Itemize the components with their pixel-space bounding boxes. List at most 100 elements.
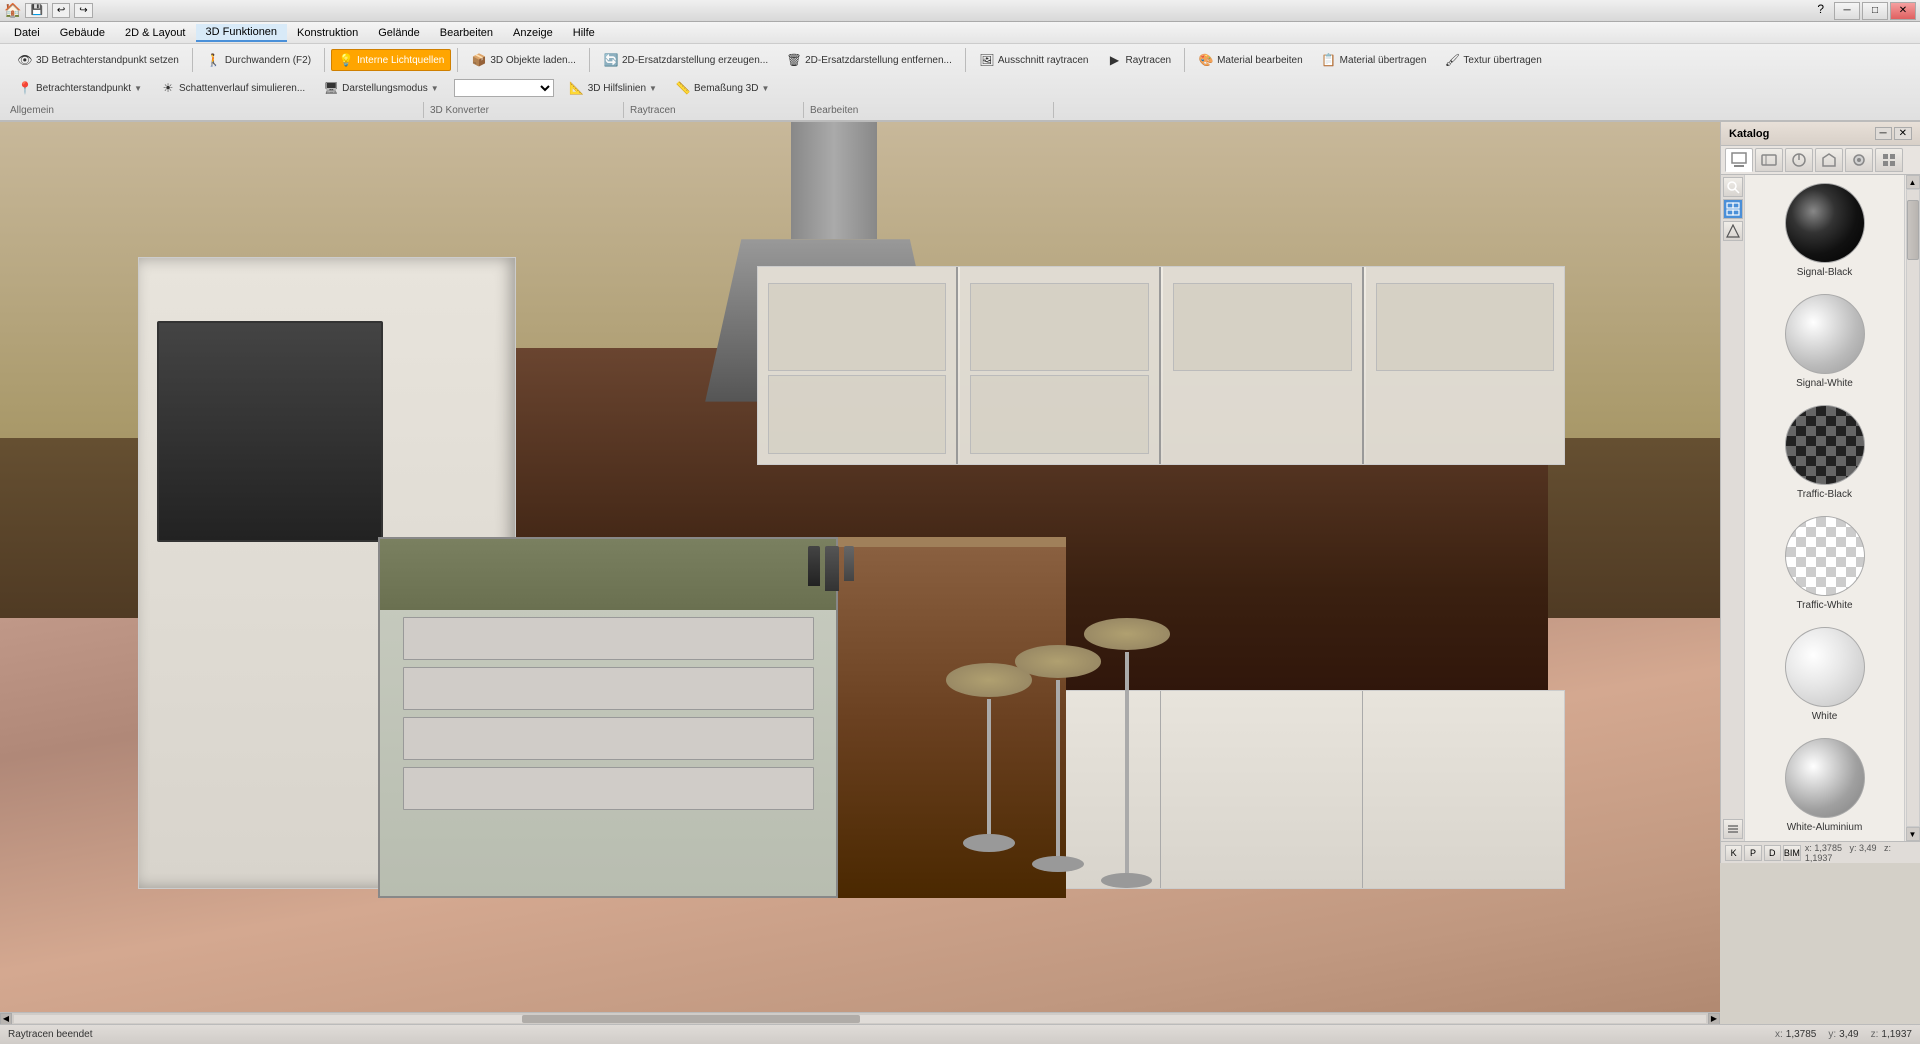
catalog-side-tabs <box>1721 175 1745 841</box>
label-traffic-black: Traffic-Black <box>1797 489 1852 500</box>
btn-interne-lichtquellen[interactable]: 💡 Interne Lichtquellen <box>331 49 451 71</box>
viewport-scrollbar-h[interactable]: ◀ ▶ <box>0 1012 1720 1024</box>
side-tab-2[interactable] <box>1723 221 1743 241</box>
scroll-track[interactable] <box>1906 189 1920 827</box>
material-signal-white[interactable]: Signal-White <box>1749 290 1900 393</box>
catalog-tab-5[interactable] <box>1875 148 1903 172</box>
toolbar-section-3d-objects: 📦 3D Objekte laden... <box>458 48 590 72</box>
catalog-tab-4[interactable] <box>1845 148 1873 172</box>
window-maximize-button[interactable]: □ <box>1862 2 1888 20</box>
coord-y-label: y: <box>1828 1029 1836 1040</box>
betrachter-icon: 📍 <box>17 80 33 96</box>
quick-redo[interactable]: ↪ <box>74 3 92 18</box>
catalog-close[interactable]: ✕ <box>1894 127 1912 140</box>
toolbar-section-edit: 🎨 Material bearbeiten 📋 Material übertra… <box>1185 48 1555 72</box>
side-tab-3[interactable] <box>1723 819 1743 839</box>
coord-z-value: 1,1937 <box>1881 1029 1912 1040</box>
menu-3d-funktionen[interactable]: 3D Funktionen <box>196 24 288 42</box>
btn-2d-ersatz-erzeugen[interactable]: 🔄 2D-Ersatzdarstellung erzeugen... <box>596 49 775 71</box>
toolbar-row1: 👁 3D Betrachterstandpunkt setzen 🚶 Durch… <box>0 46 1920 74</box>
btn-2d-ersatz-entfernen[interactable]: 🗑 2D-Ersatzdarstellung entfernen... <box>779 49 959 71</box>
side-tab-0[interactable] <box>1723 177 1743 197</box>
btn-material-bearbeiten[interactable]: 🎨 Material bearbeiten <box>1191 49 1310 71</box>
catalog-minimize[interactable]: ─ <box>1875 127 1892 140</box>
hood-duct <box>791 122 877 239</box>
menu-gelaende[interactable]: Gelände <box>368 25 430 41</box>
texture-icon: 🖌 <box>1444 52 1460 68</box>
menu-bearbeiten[interactable]: Bearbeiten <box>430 25 503 41</box>
scroll-thumb[interactable] <box>1907 200 1919 260</box>
status-message: Raytracen beendet <box>8 1029 93 1040</box>
upper-cabinets <box>757 266 1565 464</box>
status-coords: x: 1,3785 y: 3,49 z: 1,1937 <box>1775 1029 1912 1040</box>
swatch-traffic-white <box>1785 516 1865 596</box>
quick-save[interactable]: 💾 <box>25 3 47 18</box>
catalog-tab-3[interactable] <box>1815 148 1843 172</box>
catalog-header: Katalog ─ ✕ <box>1721 122 1920 146</box>
quick-undo[interactable]: ↩ <box>52 3 70 18</box>
help-icon[interactable]: ? <box>1809 2 1832 20</box>
btn-bemassung[interactable]: 📏 Bemaßung 3D ▼ <box>668 77 776 99</box>
catalog-tab-0[interactable] <box>1725 148 1753 172</box>
betrachter-select[interactable] <box>454 79 554 97</box>
title-bar-left: 🏠 💾 ↩ ↪ <box>4 2 93 19</box>
catalog-btn-bim[interactable]: BIM <box>1783 845 1801 861</box>
catalog-btn-d[interactable]: D <box>1764 845 1781 861</box>
material-edit-icon: 🎨 <box>1198 52 1214 68</box>
stool-3 <box>1084 618 1170 934</box>
lower-c4 <box>1365 691 1564 887</box>
lower-c3 <box>1163 691 1363 887</box>
btn-material-uebertragen[interactable]: 📋 Material übertragen <box>1314 49 1434 71</box>
viewpoint-icon: 👁 <box>17 52 33 68</box>
status-right: x: 1,3785 y: 3,49 z: 1,1937 <box>1775 1029 1912 1040</box>
title-bar-right: ? ─ □ ✕ <box>1809 2 1916 20</box>
window-minimize-button[interactable]: ─ <box>1834 2 1860 20</box>
label-signal-black: Signal-Black <box>1797 267 1853 278</box>
side-tab-1[interactable] <box>1723 199 1743 219</box>
dropdown-arrow4: ▼ <box>761 84 769 93</box>
btn-durchwandern[interactable]: 🚶 Durchwandern (F2) <box>199 49 318 71</box>
cabinet-u2 <box>960 267 1161 463</box>
scroll-down-arrow[interactable]: ▼ <box>1906 827 1920 841</box>
btn-raytracen[interactable]: ▶ Raytracen <box>1099 49 1178 71</box>
wine-bottles <box>808 546 854 591</box>
catalog-btn-p[interactable]: P <box>1744 845 1761 861</box>
label-traffic-white: Traffic-White <box>1796 600 1852 611</box>
btn-ausschnitt-raytracen[interactable]: 🖼 Ausschnitt raytracen <box>972 49 1096 71</box>
btn-textur-uebertragen[interactable]: 🖌 Textur übertragen <box>1437 49 1548 71</box>
btn-3d-viewpoint[interactable]: 👁 3D Betrachterstandpunkt setzen <box>10 49 186 71</box>
ray-icon: ▶ <box>1106 52 1122 68</box>
catalog-btn-k[interactable]: K <box>1725 845 1742 861</box>
btn-3d-objekte[interactable]: 📦 3D Objekte laden... <box>464 49 583 71</box>
light-icon: 💡 <box>338 52 354 68</box>
window-close-button[interactable]: ✕ <box>1890 2 1916 20</box>
menu-2d-layout[interactable]: 2D & Layout <box>115 25 196 41</box>
btn-betrachter-dropdown[interactable]: 📍 Betrachterstandpunkt ▼ <box>10 77 149 99</box>
material-traffic-white[interactable]: Traffic-White <box>1749 512 1900 615</box>
coord-y-value: 3,49 <box>1839 1029 1858 1040</box>
label-konverter: 3D Konverter <box>424 102 624 118</box>
menu-datei[interactable]: Datei <box>4 25 50 41</box>
status-bar: Raytracen beendet x: 1,3785 y: 3,49 z: 1… <box>0 1024 1920 1044</box>
catalog-tab-1[interactable] <box>1755 148 1783 172</box>
material-white[interactable]: White <box>1749 623 1900 726</box>
catalog-main: Signal-Black Signal-White Traffic-Black <box>1721 175 1920 841</box>
catalog-items: Signal-Black Signal-White Traffic-Black <box>1745 175 1904 841</box>
menu-hilfe[interactable]: Hilfe <box>563 25 605 41</box>
scroll-up-arrow[interactable]: ▲ <box>1906 175 1920 189</box>
menu-konstruktion[interactable]: Konstruktion <box>287 25 368 41</box>
menu-anzeige[interactable]: Anzeige <box>503 25 563 41</box>
btn-schattenverlauf[interactable]: ☀ Schattenverlauf simulieren... <box>153 77 312 99</box>
material-white-aluminium[interactable]: White-Aluminium <box>1749 734 1900 837</box>
convert-icon: 🔄 <box>603 52 619 68</box>
catalog-scrollbar[interactable]: ▲ ▼ <box>1904 175 1920 841</box>
btn-darstellungsmodus[interactable]: 🖥 Darstellungsmodus ▼ <box>316 77 446 99</box>
btn-hilfslinien[interactable]: 📐 3D Hilfslinien ▼ <box>562 77 664 99</box>
material-traffic-black[interactable]: Traffic-Black <box>1749 401 1900 504</box>
menu-gebaeude[interactable]: Gebäude <box>50 25 115 41</box>
toolbar-section-general-r1b: 🚶 Durchwandern (F2) <box>193 48 325 72</box>
viewport[interactable]: ◀ ▶ <box>0 122 1720 1024</box>
catalog-tab-2[interactable] <box>1785 148 1813 172</box>
material-signal-black[interactable]: Signal-Black <box>1749 179 1900 282</box>
dropdown-arrow: ▼ <box>134 84 142 93</box>
